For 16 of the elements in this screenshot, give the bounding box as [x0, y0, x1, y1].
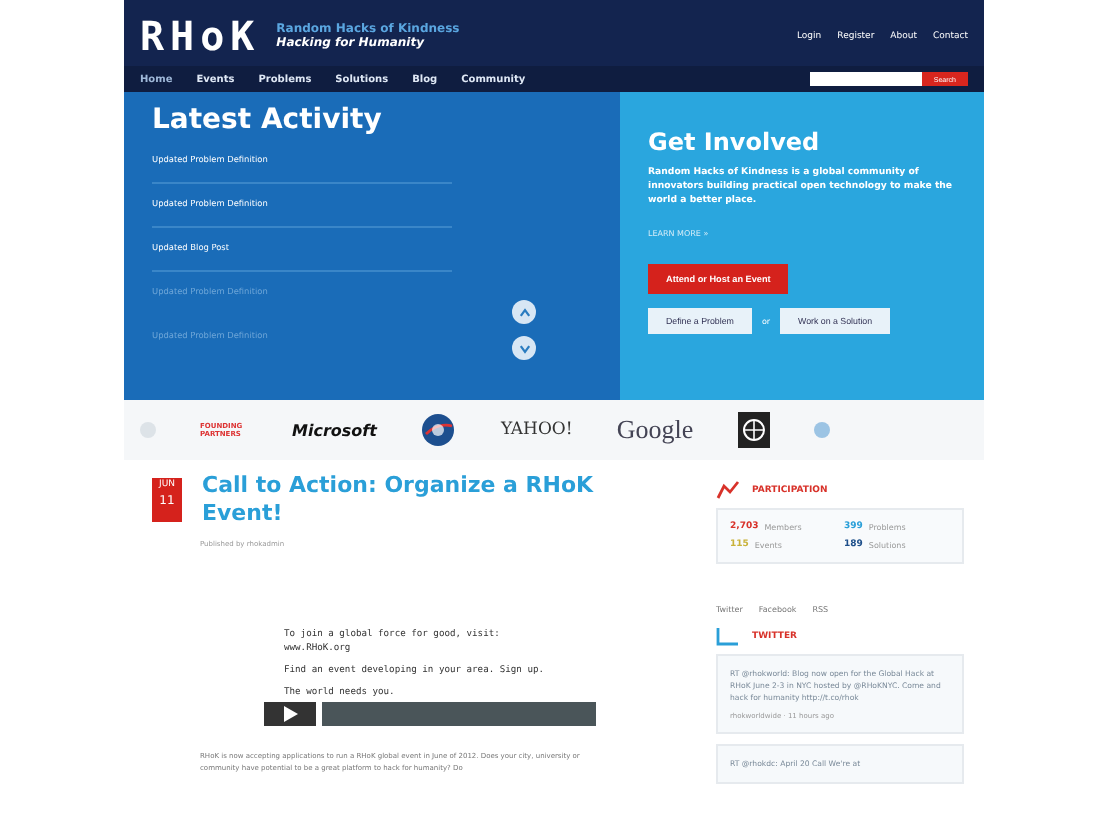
play-button[interactable]	[264, 702, 316, 726]
play-icon	[283, 706, 297, 722]
chevron-down-icon	[517, 341, 531, 355]
partner-logo[interactable]: YAHOO!	[500, 420, 573, 440]
scroll-up-button[interactable]	[512, 300, 536, 324]
partner-logo[interactable]: Google	[616, 414, 694, 446]
chart-icon	[716, 480, 740, 500]
scroll-down-button[interactable]	[512, 336, 536, 360]
search-field[interactable]	[809, 72, 922, 86]
section-title: Get Involved	[648, 128, 822, 156]
site-logo[interactable]: RHoK	[140, 12, 261, 60]
chevron-up-icon	[517, 305, 531, 319]
globe-icon[interactable]	[420, 412, 457, 448]
globe-grid-icon[interactable]	[737, 412, 770, 448]
section-title: Latest Activity	[152, 104, 384, 136]
partner-logo[interactable]: Microsoft	[292, 421, 377, 439]
